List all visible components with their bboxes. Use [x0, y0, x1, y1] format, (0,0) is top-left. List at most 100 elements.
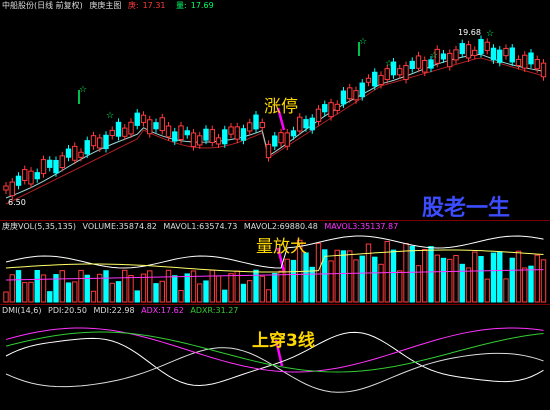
volume-bar — [422, 249, 428, 303]
candle-body — [97, 137, 103, 149]
volume-bar — [497, 251, 503, 303]
candle-body — [322, 104, 328, 113]
candle-body — [215, 137, 222, 145]
volume-bar — [515, 250, 522, 303]
candle-body — [28, 170, 34, 185]
volume-bar — [290, 259, 297, 303]
volume-bar — [222, 289, 228, 303]
low-price-label: 6.50 — [8, 198, 26, 207]
volume-bar — [372, 256, 378, 303]
volume-bar — [478, 255, 484, 303]
volume-bar — [9, 274, 15, 303]
volume-bar — [78, 269, 84, 303]
volume-bar — [215, 275, 222, 303]
volume-bar — [172, 275, 178, 303]
candle-body — [447, 52, 453, 68]
star-marker: ☆ — [106, 111, 114, 121]
candle-body — [53, 159, 59, 174]
cross-three-annotation: 上穿3线 — [252, 331, 315, 351]
volume-bar — [340, 250, 347, 303]
candle-body — [59, 155, 65, 168]
volume-bar — [359, 255, 365, 303]
volume-bar — [265, 289, 272, 303]
candle-body — [365, 77, 372, 83]
candle-body — [72, 145, 78, 161]
volume-bar — [434, 254, 440, 303]
candle-body — [459, 43, 465, 55]
candle-body — [190, 132, 197, 148]
candle-body — [197, 135, 203, 146]
volume-bar — [459, 263, 465, 303]
candle-body — [103, 134, 109, 150]
candle-body — [497, 49, 503, 63]
volume-bar — [153, 283, 159, 303]
candle-body — [222, 129, 228, 145]
volume-bar — [209, 269, 215, 303]
candle-body — [15, 175, 22, 186]
candle-body — [359, 82, 365, 98]
high-price-label: 19.68 — [458, 28, 481, 37]
candle-body — [78, 151, 84, 158]
star-marker: ☆ — [359, 37, 367, 47]
volume-bar — [309, 266, 315, 303]
candle-body — [9, 181, 15, 197]
volume-bar — [284, 258, 290, 303]
star-marker: ☆ — [79, 85, 87, 95]
candle-body — [253, 114, 259, 130]
candle-body — [134, 112, 140, 126]
volume-bar — [447, 258, 453, 303]
candle-body — [140, 114, 147, 123]
volume-bar — [259, 275, 265, 303]
candle-body — [40, 159, 47, 175]
volume-bar — [484, 278, 490, 303]
candle-body — [440, 53, 447, 60]
volume-bar — [178, 290, 184, 303]
volume-bar — [453, 255, 459, 303]
brand-watermark: 股老一生 — [422, 196, 511, 221]
candle-body — [228, 126, 234, 135]
volume-bar — [503, 278, 509, 303]
candle-body — [528, 52, 534, 65]
candle-body — [84, 140, 90, 155]
candle-body — [515, 58, 522, 67]
candle-body — [184, 130, 190, 136]
ma-short-line — [5, 53, 544, 199]
volume-bar — [128, 274, 134, 303]
candle-body — [172, 131, 178, 142]
volume-bar — [197, 283, 203, 303]
volume-bar — [522, 267, 528, 303]
candle-body — [428, 59, 434, 69]
candle-body — [34, 172, 40, 180]
volume-bar — [353, 259, 359, 303]
candle-body — [203, 128, 209, 141]
candle-body — [297, 116, 303, 132]
candle-body — [165, 125, 172, 138]
candle-body — [234, 126, 240, 140]
candle-body — [472, 49, 478, 56]
volume-bar — [528, 265, 534, 303]
volume-bar — [15, 270, 22, 303]
candle-body — [465, 44, 472, 59]
volume-bar — [109, 282, 115, 303]
candle-body — [478, 39, 484, 54]
candle-body — [259, 121, 265, 129]
candle-body — [3, 185, 9, 191]
star-marker: ☆ — [430, 51, 438, 61]
candle-body — [540, 62, 547, 78]
candle-body — [415, 55, 422, 69]
candle-body — [484, 41, 490, 51]
volume-bar — [165, 269, 172, 303]
candle-body — [503, 47, 509, 57]
volume-bar — [465, 267, 472, 303]
volume-bar — [72, 281, 78, 303]
volume-bar — [490, 252, 497, 303]
volume-bar — [390, 249, 397, 303]
candle-body — [122, 127, 128, 137]
candle-body — [340, 90, 347, 105]
candle-body — [109, 129, 115, 137]
candle-body — [247, 122, 253, 132]
volume-bar — [159, 280, 165, 303]
volume-bar — [472, 251, 478, 303]
volume-bar — [409, 245, 415, 303]
candle-body — [303, 119, 309, 129]
